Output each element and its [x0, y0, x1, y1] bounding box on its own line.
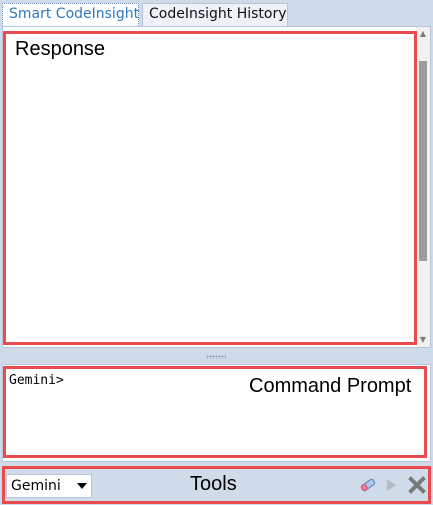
tab-smart-codeinsight[interactable]: Smart CodeInsight — [2, 3, 139, 26]
clear-button[interactable] — [357, 474, 379, 496]
tab-label: CodeInsight History — [149, 6, 287, 22]
model-select[interactable]: Gemini — [6, 474, 92, 498]
scroll-down-icon[interactable]: ▼ — [416, 333, 430, 347]
response-panel[interactable]: ▲ ▼ — [2, 26, 431, 348]
grip-icon — [206, 355, 226, 359]
play-icon — [387, 479, 396, 491]
run-button[interactable] — [380, 474, 402, 496]
close-icon — [408, 476, 426, 494]
scroll-thumb[interactable] — [419, 61, 427, 261]
panel-splitter[interactable] — [2, 348, 431, 364]
vertical-scrollbar[interactable]: ▲ ▼ — [416, 27, 430, 347]
model-select-value: Gemini — [11, 478, 61, 494]
stop-button[interactable] — [406, 474, 428, 496]
scroll-up-icon[interactable]: ▲ — [416, 27, 430, 41]
tab-codeinsight-history[interactable]: CodeInsight History — [142, 3, 288, 26]
tab-strip: Smart CodeInsight CodeInsight History — [0, 0, 433, 26]
command-prompt-panel[interactable]: Gemini> — [2, 364, 431, 462]
tab-label: Smart CodeInsight — [9, 6, 140, 22]
tools-toolbar: Gemini — [2, 466, 431, 505]
eraser-icon — [360, 478, 376, 492]
chevron-down-icon — [77, 483, 87, 489]
prompt-text: Gemini> — [9, 373, 64, 388]
